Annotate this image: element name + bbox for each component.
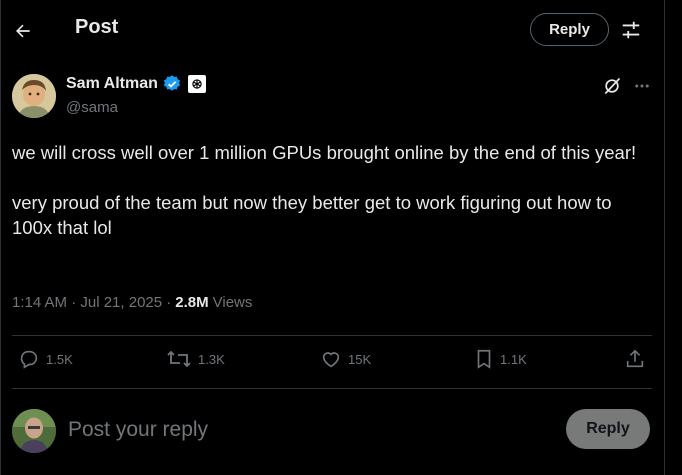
author-name[interactable]: Sam Altman: [66, 75, 158, 93]
author-name-row: Sam Altman: [66, 74, 206, 94]
post-paragraph-2: very proud of the team but now they bett…: [12, 192, 612, 238]
filter-button[interactable]: [618, 17, 644, 43]
views-label: Views: [212, 294, 253, 311]
more-options-button[interactable]: [630, 74, 654, 98]
verified-check-icon: [163, 75, 180, 91]
avatar-image: [12, 74, 56, 118]
right-border: [664, 0, 665, 475]
repost-count: 1.3K: [198, 351, 225, 367]
post-paragraph-1: we will cross well over 1 million GPUs b…: [12, 142, 637, 163]
share-action[interactable]: [624, 348, 646, 370]
post-meta: 1:14 AM · Jul 21, 2025 · 2.8M Views: [12, 294, 252, 311]
repost-action[interactable]: 1.3K: [166, 348, 225, 370]
reply-icon: [20, 350, 38, 369]
bookmark-icon: [477, 349, 491, 369]
post-text: we will cross well over 1 million GPUs b…: [12, 140, 652, 240]
grok-icon: [604, 77, 621, 95]
openai-logo-icon[interactable]: [187, 75, 206, 93]
divider-bottom: [12, 388, 652, 389]
like-count: 15K: [348, 351, 372, 367]
like-action[interactable]: 15K: [320, 348, 371, 370]
bookmark-action[interactable]: 1.1K: [474, 348, 527, 370]
header-bar: Post Reply: [0, 0, 682, 60]
left-border: [0, 0, 1, 475]
current-user-avatar[interactable]: [12, 409, 56, 453]
reply-count: 1.5K: [46, 351, 73, 367]
author-avatar[interactable]: [12, 74, 56, 118]
bookmark-count: 1.1K: [500, 351, 527, 367]
reply-action[interactable]: 1.5K: [18, 348, 73, 370]
heart-icon: [322, 352, 340, 368]
views-count: 2.8M: [175, 294, 209, 311]
author-handle[interactable]: @sama: [66, 99, 118, 116]
current-user-avatar-image: [12, 409, 56, 453]
reply-submit-button[interactable]: Reply: [566, 409, 650, 449]
grok-button[interactable]: [600, 74, 624, 98]
arrow-left-icon: [16, 24, 30, 38]
repost-icon: [167, 350, 191, 368]
reply-input[interactable]: Post your reply: [68, 414, 538, 446]
sliders-icon: [622, 21, 640, 39]
share-icon: [626, 349, 644, 368]
page-title: Post: [75, 16, 119, 38]
more-horizontal-icon: [635, 84, 649, 88]
back-button[interactable]: [6, 14, 40, 48]
post-timestamp[interactable]: 1:14 AM · Jul 21, 2025 ·: [12, 294, 171, 311]
header-reply-button[interactable]: Reply: [530, 13, 609, 46]
action-bar: 1.5K 1.3K 15K 1.1K: [0, 336, 682, 388]
